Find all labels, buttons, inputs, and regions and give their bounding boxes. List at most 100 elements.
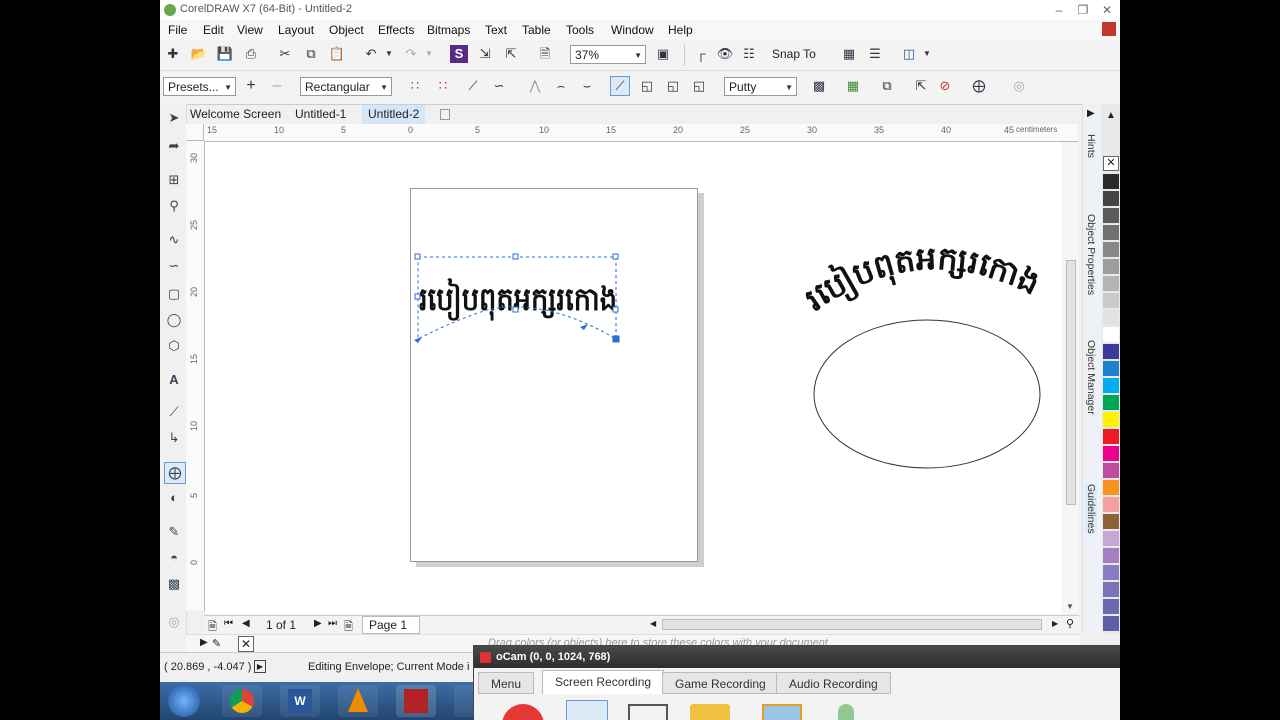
- show-guidelines-icon[interactable]: ☷: [740, 45, 758, 63]
- create-envelope-from-icon[interactable]: ⇱: [912, 77, 930, 95]
- scroll-left-icon[interactable]: ◀: [650, 619, 656, 628]
- color-swatch[interactable]: [1103, 293, 1119, 308]
- color-swatch[interactable]: [1103, 616, 1119, 631]
- ellipse-tool-icon[interactable]: ◯: [164, 310, 184, 330]
- record-button-icon[interactable]: [502, 704, 544, 720]
- user-icon[interactable]: [1102, 22, 1116, 36]
- vertical-ruler[interactable]: 30 25 20 15 10 5 0: [186, 141, 205, 611]
- horizontal-ruler[interactable]: 15 10 5 0 5 10 15 20 25 30 35 40 45 cent…: [204, 124, 1078, 142]
- color-swatch[interactable]: [1103, 174, 1119, 189]
- menu-effects[interactable]: Effects: [378, 23, 414, 37]
- envelope-node[interactable]: [414, 253, 421, 260]
- crop-tool-icon[interactable]: ⊞: [164, 170, 184, 190]
- scroll-down-icon[interactable]: ▼: [1066, 602, 1074, 611]
- last-page-icon[interactable]: ⏭: [328, 618, 337, 629]
- envelope-node[interactable]: [512, 253, 519, 260]
- color-swatch[interactable]: [1103, 344, 1119, 359]
- color-swatch[interactable]: [1103, 208, 1119, 223]
- search-content-icon[interactable]: S: [450, 45, 468, 63]
- import-icon[interactable]: ⇲: [476, 45, 494, 63]
- cusp-node-icon[interactable]: ⋀: [526, 77, 544, 95]
- menu-window[interactable]: Window: [611, 23, 654, 37]
- color-swatch[interactable]: [1103, 412, 1119, 427]
- envelope-khmer-text[interactable]: របៀបពុតអក្សរកោង: [419, 278, 617, 321]
- paste-icon[interactable]: 📋: [328, 45, 346, 63]
- palette-scroll-up-icon[interactable]: ▲: [1106, 110, 1116, 121]
- page-tab[interactable]: Page 1: [362, 616, 421, 634]
- smooth-node-icon[interactable]: ⌢: [552, 77, 570, 95]
- envelope-node[interactable]: [512, 306, 519, 313]
- horizontal-scroll-thumb[interactable]: [662, 619, 1042, 630]
- docker-tab-hints[interactable]: Hints: [1085, 134, 1097, 158]
- menu-tools[interactable]: Tools: [566, 23, 594, 37]
- color-swatch[interactable]: [1103, 191, 1119, 206]
- next-page-icon[interactable]: ▶: [314, 618, 322, 629]
- menu-file[interactable]: File: [168, 23, 187, 37]
- ocam-tab-screen-recording[interactable]: Screen Recording: [542, 670, 665, 694]
- close-icon[interactable]: ✕: [1096, 1, 1118, 19]
- freehand-tool-icon[interactable]: ∿: [164, 230, 184, 250]
- drawing-canvas[interactable]: របៀបពុតអក្សរកោង របៀបពុតអក្សរកោង: [205, 142, 1062, 614]
- selection-mode-combo[interactable]: Rectangular ▼: [300, 77, 392, 96]
- convert-to-line-icon[interactable]: ⟋: [464, 77, 482, 95]
- color-swatch[interactable]: [1103, 497, 1119, 512]
- delete-nodes-icon[interactable]: ∷: [434, 77, 452, 95]
- pick-tool-icon[interactable]: ➤: [164, 108, 184, 128]
- minimize-icon[interactable]: –: [1048, 1, 1070, 19]
- scroll-right-icon[interactable]: ▶: [1052, 619, 1058, 628]
- zoom-navigator-icon[interactable]: ⚲: [1066, 617, 1074, 630]
- symmetrical-node-icon[interactable]: ⌣: [578, 77, 596, 95]
- sound-icon[interactable]: [838, 704, 854, 720]
- control-handle-icon[interactable]: [414, 337, 422, 343]
- smart-fill-tool-icon[interactable]: ▩: [164, 574, 184, 594]
- envelope-unconstrained-icon[interactable]: ◱: [690, 77, 708, 95]
- new-document-icon[interactable]: ✚: [164, 45, 182, 63]
- color-swatch[interactable]: [1103, 531, 1119, 546]
- no-color-swatch-icon[interactable]: ✕: [238, 636, 254, 652]
- application-launcher-icon[interactable]: ◫: [900, 45, 918, 63]
- docker-tab-guidelines[interactable]: Guidelines: [1085, 484, 1097, 534]
- remove-preset-icon[interactable]: –: [268, 77, 286, 95]
- color-swatch[interactable]: [1103, 565, 1119, 580]
- quick-customize-icon[interactable]: ◎: [1010, 77, 1028, 95]
- menu-edit[interactable]: Edit: [203, 23, 224, 37]
- ruler-origin[interactable]: [186, 124, 204, 141]
- envelope-tool-icon[interactable]: ⨁: [164, 462, 186, 484]
- previous-page-icon[interactable]: ◀: [242, 618, 250, 629]
- tab-untitled-2[interactable]: Untitled-2: [362, 105, 426, 124]
- color-swatch[interactable]: [1103, 514, 1119, 529]
- copy-envelope-icon[interactable]: ⧉: [878, 77, 896, 95]
- redo-dropdown-icon[interactable]: ▼: [420, 45, 438, 63]
- vertical-scroll-thumb[interactable]: [1066, 260, 1076, 505]
- docker-tab-object-manager[interactable]: Object Manager: [1085, 340, 1097, 415]
- mapping-mode-combo[interactable]: Putty ▼: [724, 77, 797, 96]
- curved-khmer-text[interactable]: របៀបពុតអក្សរកោង: [798, 239, 1046, 319]
- tab-untitled-1[interactable]: Untitled-1: [289, 105, 352, 124]
- connector-tool-icon[interactable]: ↳: [164, 428, 184, 448]
- color-swatch[interactable]: [1103, 446, 1119, 461]
- menu-bitmaps[interactable]: Bitmaps: [427, 23, 470, 37]
- control-handle-icon[interactable]: [580, 324, 588, 330]
- envelope-node-selected[interactable]: [612, 335, 620, 343]
- color-swatch[interactable]: [1103, 395, 1119, 410]
- interactive-fill-tool-icon[interactable]: ◓: [164, 548, 184, 568]
- copy-icon[interactable]: ⧉: [302, 45, 320, 63]
- launcher-dropdown-icon[interactable]: ▼: [918, 45, 936, 63]
- envelope-node[interactable]: [612, 253, 619, 260]
- color-swatch[interactable]: [1103, 259, 1119, 274]
- options-icon[interactable]: ☰: [866, 45, 884, 63]
- capture-area-icon[interactable]: [566, 700, 608, 720]
- add-new-envelope-icon[interactable]: ▦: [844, 77, 862, 95]
- text-tool-icon[interactable]: A: [164, 370, 184, 390]
- snap-to-button[interactable]: Snap To: [766, 45, 822, 63]
- menu-text[interactable]: Text: [485, 23, 507, 37]
- docker-arrow-icon[interactable]: ▶: [1087, 108, 1095, 119]
- color-swatch[interactable]: [1103, 548, 1119, 563]
- restore-icon[interactable]: ❐: [1072, 1, 1094, 19]
- color-swatch[interactable]: [1103, 242, 1119, 257]
- quick-customize-toolbox-icon[interactable]: ◎: [164, 612, 184, 632]
- color-swatch[interactable]: [1103, 429, 1119, 444]
- menu-view[interactable]: View: [237, 23, 263, 37]
- envelope-single-arc-icon[interactable]: ◱: [638, 77, 656, 95]
- undo-icon[interactable]: ↶: [362, 45, 380, 63]
